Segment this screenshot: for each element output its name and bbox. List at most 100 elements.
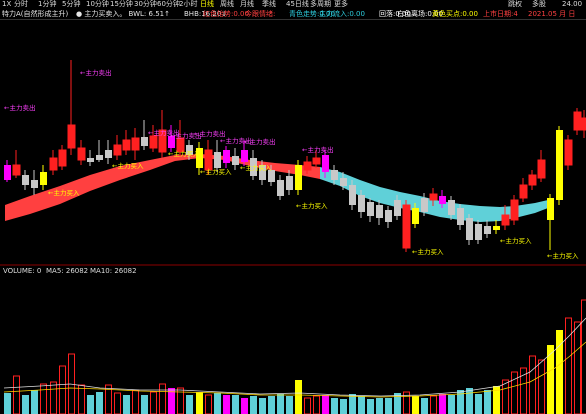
volume-bar-20 [186, 395, 193, 414]
candle-fill-57 [520, 185, 527, 198]
volume-bar-14 [132, 389, 139, 414]
candle-body-41 [376, 205, 383, 218]
volume-label-bar: VOLUME: 0 MA5: 26082 MA10: 26082 [0, 266, 586, 276]
volume-bar-31 [286, 396, 293, 414]
volume-bar-17 [159, 383, 166, 414]
candle-body-45 [412, 208, 419, 224]
volume-bar-42 [385, 398, 392, 414]
candle-fill-6 [59, 150, 66, 166]
candle-body-15 [141, 137, 148, 146]
volume-bar-49 [448, 395, 455, 414]
annotation-1: ←主力卖出 [4, 103, 35, 112]
volume-bar-6 [59, 365, 66, 414]
volume-bar-22 [205, 394, 212, 414]
candle-body-50 [457, 208, 464, 225]
volume-bar-55 [502, 379, 509, 414]
volume-bar-10 [96, 392, 103, 414]
annotation-11: ←主力买入 [200, 167, 232, 176]
volume-bar-8 [78, 384, 85, 414]
candle-body-32 [295, 165, 302, 190]
candle-fill-1 [13, 165, 20, 175]
volume-bar-36 [331, 398, 338, 414]
candle-fill-8 [78, 148, 85, 160]
volume-bar-34 [313, 395, 320, 414]
candle-fill-47 [430, 194, 437, 200]
candle-body-37 [340, 178, 347, 186]
candle-body-43 [394, 200, 401, 216]
volume-bar-38 [349, 394, 356, 414]
annotation-7: ←主力卖出 [302, 145, 333, 154]
volume-bar-45 [412, 396, 419, 414]
volume-bar-12 [114, 392, 121, 414]
candle-body-23 [214, 152, 221, 168]
volume-bar-51 [466, 388, 473, 414]
candle-fill-55 [502, 215, 509, 225]
candle-fill-16 [150, 136, 157, 148]
candle-body-24 [223, 150, 230, 163]
candle-fill-62 [565, 140, 572, 165]
candle-body-10 [96, 155, 103, 160]
candle-body-46 [421, 198, 428, 212]
volume-bar-40 [367, 399, 374, 414]
annotation-13: ←主力买入 [296, 201, 328, 210]
volume-bar-63 [574, 321, 581, 414]
volume-bar-60 [547, 345, 554, 414]
candle-fill-64 [581, 118, 586, 130]
candle-body-4 [40, 172, 47, 185]
volume-bar-2 [22, 395, 29, 414]
volume-bar-41 [376, 398, 383, 414]
volume-bar-9 [87, 395, 94, 414]
volume-bar-21 [196, 392, 203, 414]
candle-fill-59 [538, 160, 545, 178]
candle-body-36 [331, 170, 338, 180]
annotation-9: ←主力买入 [112, 161, 144, 170]
candle-body-25 [232, 156, 239, 165]
candle-body-42 [385, 210, 392, 222]
candlestick-chart[interactable]: ←主力卖出←主力卖出←主力卖出←主力卖出←主力卖出←主力卖出←主力卖出←主力卖出… [0, 0, 586, 414]
volume-bar-26 [241, 398, 248, 414]
candle-fill-7 [68, 125, 75, 148]
annotation-10: ←主力买入 [168, 149, 200, 158]
candle-fill-58 [529, 175, 536, 185]
candle-body-3 [31, 180, 38, 188]
volume-bar-25 [232, 395, 239, 414]
volume-bar-47 [430, 395, 437, 414]
candle-body-30 [277, 180, 284, 196]
volume-bar-64 [581, 299, 586, 414]
volume-bar-30 [277, 394, 284, 414]
volume-bar-23 [214, 393, 221, 414]
volume-bar-53 [484, 390, 491, 414]
candle-fill-44 [403, 205, 410, 248]
candle-fill-33 [304, 162, 311, 170]
volume-label: VOLUME: 0 [3, 267, 42, 275]
volume-ma10: MA10: 26082 [90, 267, 137, 275]
candle-body-9 [87, 158, 94, 162]
volume-bar-58 [529, 355, 536, 414]
annotation-0: ←主力卖出 [80, 68, 111, 77]
annotation-12: ←主力买入 [240, 163, 272, 172]
volume-bar-27 [250, 396, 257, 414]
candle-body-11 [105, 150, 112, 158]
annotation-16: ←主力买入 [547, 251, 579, 260]
volume-bar-4 [40, 383, 47, 414]
candle-fill-56 [511, 200, 518, 220]
candle-body-60 [547, 198, 554, 220]
candle-body-61 [556, 130, 563, 200]
candle-body-54 [493, 226, 500, 230]
volume-bar-13 [123, 395, 130, 414]
volume-bar-59 [538, 359, 545, 414]
candle-fill-14 [132, 138, 139, 150]
volume-bar-0 [4, 393, 11, 414]
candle-body-52 [475, 224, 482, 240]
annotation-8: ←主力买入 [48, 188, 80, 197]
volume-bar-37 [340, 399, 347, 414]
volume-bar-52 [475, 394, 482, 414]
volume-bar-1 [13, 375, 20, 414]
candle-fill-12 [114, 145, 121, 155]
volume-bar-15 [141, 395, 148, 414]
volume-bar-62 [565, 317, 572, 414]
candle-body-53 [484, 226, 491, 234]
volume-bar-48 [439, 394, 446, 414]
volume-bar-46 [421, 398, 428, 414]
volume-bar-29 [268, 396, 275, 414]
